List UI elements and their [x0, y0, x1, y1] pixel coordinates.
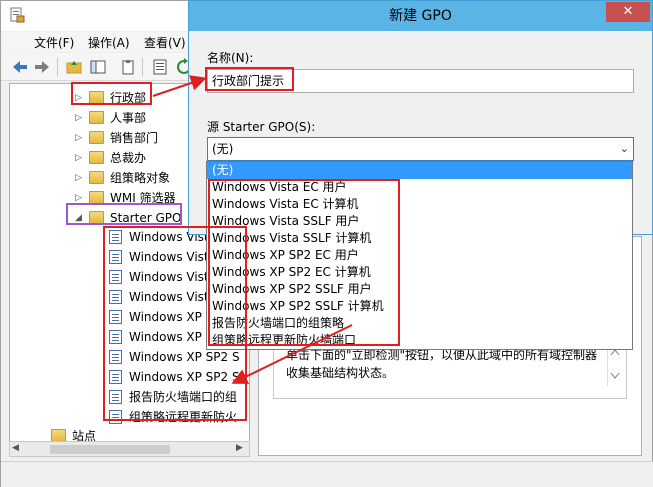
arrow-to-starter-list — [231, 324, 353, 384]
annotation-arrows — [152, 75, 353, 384]
arrow-to-name-input — [152, 75, 207, 97]
